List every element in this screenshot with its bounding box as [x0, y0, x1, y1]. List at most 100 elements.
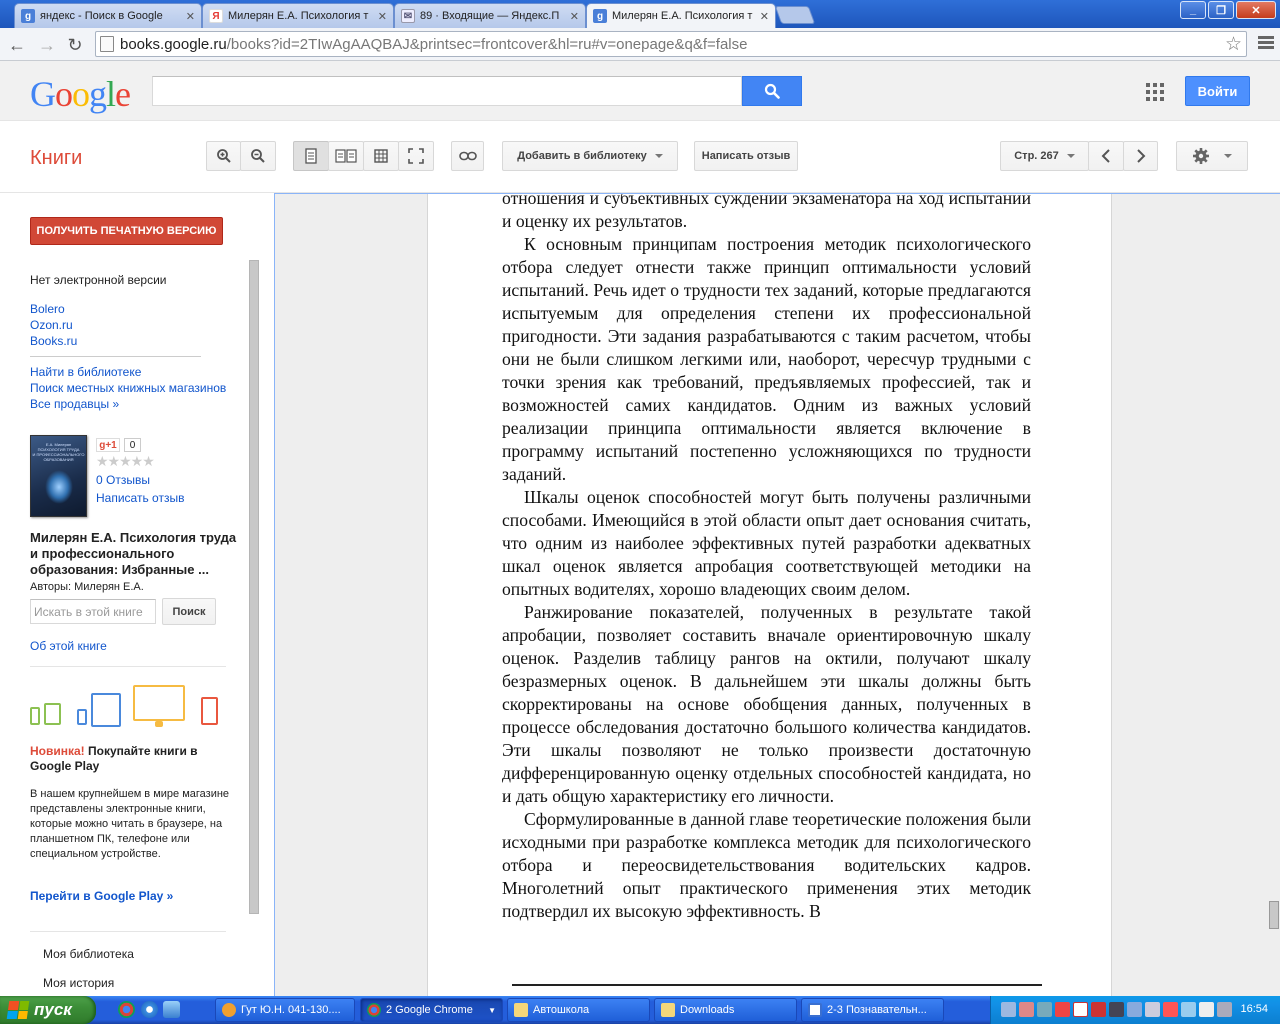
sidebar-scrollbar[interactable]: [249, 260, 259, 914]
task-button-chrome[interactable]: 2 Google Chrome ▼: [360, 998, 503, 1022]
books-toolbar: Книги Добавить в библиотеку Написать отз…: [0, 121, 1280, 193]
find-in-library-link[interactable]: Найти в библиотеке: [30, 365, 141, 379]
tab-label: яндекс - Поиск в Google: [40, 10, 163, 22]
page-paragraph: К основным принципам построения методик …: [502, 234, 1031, 484]
volume-icon[interactable]: [1199, 1002, 1214, 1017]
close-tab-icon[interactable]: ✕: [186, 10, 195, 23]
tray-icon[interactable]: [1163, 1002, 1178, 1017]
settings-button[interactable]: [1176, 141, 1248, 171]
folder-icon: [661, 1003, 675, 1017]
fullscreen-button[interactable]: [398, 141, 434, 171]
reviews-link[interactable]: 0 Отзывы: [96, 473, 150, 487]
write-review-button[interactable]: Написать отзыв: [694, 141, 798, 171]
book-search-input[interactable]: Искать в этой книге: [30, 599, 156, 624]
tray-icon[interactable]: [1055, 1002, 1070, 1017]
divider: [30, 931, 226, 932]
promo-new-label: Новинка!: [30, 744, 85, 758]
browser-tab-3[interactable]: ✉ 89 · Входящие — Яндекс.П ✕: [394, 3, 586, 28]
tray-icon[interactable]: [1181, 1002, 1196, 1017]
seller-link-ozon[interactable]: Ozon.ru: [30, 318, 73, 332]
tray-icon[interactable]: [1109, 1002, 1124, 1017]
seller-link-books[interactable]: Books.ru: [30, 334, 77, 348]
chevron-left-icon: [1101, 149, 1110, 163]
google-search-button[interactable]: [742, 76, 802, 106]
zoom-out-button[interactable]: [240, 141, 276, 171]
address-bar[interactable]: books.google.ru/books?id=2TIwAgAAQBAJ&pr…: [95, 31, 1247, 57]
desktop-quicklaunch-icon[interactable]: [163, 1001, 180, 1018]
all-sellers-link[interactable]: Все продавцы »: [30, 397, 119, 411]
chevron-down-icon: [1066, 154, 1075, 158]
task-button-word[interactable]: 2-3 Познавательн...: [801, 998, 944, 1022]
devices-illustration: [30, 685, 222, 730]
login-button[interactable]: Войти: [1185, 76, 1250, 106]
tray-icon[interactable]: [1019, 1002, 1034, 1017]
single-page-view-button[interactable]: [293, 141, 329, 171]
new-tab-button[interactable]: [774, 6, 816, 24]
forward-arrow-icon[interactable]: →: [36, 34, 58, 56]
task-button-folder-autoschool[interactable]: Автошкола: [507, 998, 650, 1022]
maximize-button[interactable]: ❐: [1208, 1, 1234, 19]
close-window-button[interactable]: ✕: [1236, 1, 1276, 19]
divider: [30, 666, 226, 667]
tray-icon[interactable]: [1127, 1002, 1142, 1017]
reload-icon[interactable]: ↻: [64, 34, 86, 56]
browser-tab-1[interactable]: g яндекс - Поиск в Google ✕: [14, 3, 202, 28]
book-authors: Авторы: Милерян Е.А.: [30, 581, 144, 593]
close-tab-icon[interactable]: ✕: [570, 10, 579, 23]
prev-page-button[interactable]: [1088, 141, 1124, 171]
book-viewer[interactable]: отношения и субъективных суждений экзаме…: [274, 193, 1280, 996]
chrome-menu-icon[interactable]: [1258, 36, 1274, 51]
write-review-link[interactable]: Написать отзыв: [96, 491, 184, 505]
task-button-1[interactable]: Гут Ю.Н. 041-130....: [215, 998, 355, 1022]
window-controls: _ ❐ ✕: [1180, 1, 1276, 19]
two-page-view-button[interactable]: [328, 141, 364, 171]
apps-grid-icon[interactable]: [1146, 83, 1164, 101]
link-button[interactable]: [451, 141, 484, 171]
tray-icon[interactable]: [1091, 1002, 1106, 1017]
bookmark-star-icon[interactable]: ☆: [1225, 33, 1242, 56]
book-cover-image[interactable]: Е.А. Милерян ПСИХОЛОГИЯ ТРУДА И ПРОФЕССИОН…: [30, 435, 87, 517]
chrome-quicklaunch-icon[interactable]: [118, 1001, 135, 1018]
logo-letter: o: [72, 74, 90, 114]
windows-taskbar: пуск Гут Ю.Н. 041-130.... 2 Google Chrom…: [0, 996, 1280, 1024]
zoom-in-button[interactable]: [206, 141, 241, 171]
about-book-link[interactable]: Об этой книге: [30, 639, 107, 653]
thumbnail-view-button[interactable]: [363, 141, 399, 171]
google-search-input[interactable]: [152, 76, 742, 106]
book-title: Милерян Е.А. Психология труда и професси…: [30, 530, 237, 577]
local-stores-link[interactable]: Поиск местных книжных магазинов: [30, 381, 226, 395]
browser-tab-4-active[interactable]: g Милерян Е.А. Психология т ✕: [586, 3, 776, 28]
book-page: отношения и субъективных суждений экзаме…: [427, 194, 1112, 996]
page-select-dropdown[interactable]: Стр. 267: [1000, 141, 1089, 171]
close-tab-icon[interactable]: ✕: [760, 10, 769, 23]
viewer-scrollbar-thumb[interactable]: [1269, 901, 1279, 929]
task-button-folder-downloads[interactable]: Downloads: [654, 998, 797, 1022]
my-history-link[interactable]: Моя история: [43, 976, 114, 990]
ie-quicklaunch-icon[interactable]: [141, 1001, 158, 1018]
minimize-button[interactable]: _: [1180, 1, 1206, 19]
close-tab-icon[interactable]: ✕: [378, 10, 387, 23]
windows-flag-icon: [6, 1001, 30, 1019]
google-play-link[interactable]: Перейти в Google Play »: [30, 889, 173, 903]
next-page-button[interactable]: [1123, 141, 1158, 171]
logo-letter: l: [106, 74, 116, 114]
gplus-button[interactable]: g+1: [96, 438, 120, 452]
book-search-button[interactable]: Поиск: [162, 598, 216, 625]
books-title[interactable]: Книги: [30, 147, 82, 170]
browser-tab-2[interactable]: Я Милерян Е.А. Психология т ✕: [202, 3, 394, 28]
tab-label: 89 · Входящие — Яндекс.П: [420, 10, 560, 22]
get-print-version-button[interactable]: ПОЛУЧИТЬ ПЕЧАТНУЮ ВЕРСИЮ: [30, 217, 223, 245]
tray-icon[interactable]: [1001, 1002, 1016, 1017]
google-logo[interactable]: Google: [30, 73, 131, 115]
left-sidebar: ПОЛУЧИТЬ ПЕЧАТНУЮ ВЕРСИЮ Нет электронной…: [0, 193, 274, 996]
start-button[interactable]: пуск: [0, 996, 96, 1024]
my-library-link[interactable]: Моя библиотека: [43, 947, 134, 961]
tray-icon[interactable]: [1145, 1002, 1160, 1017]
seller-link-bolero[interactable]: Bolero: [30, 302, 65, 316]
back-arrow-icon[interactable]: ←: [6, 34, 28, 56]
write-review-label: Написать отзыв: [701, 150, 791, 162]
network-icon[interactable]: [1217, 1002, 1232, 1017]
tray-icon[interactable]: [1073, 1002, 1088, 1017]
add-to-library-button[interactable]: Добавить в библиотеку: [502, 141, 678, 171]
tray-icon[interactable]: [1037, 1002, 1052, 1017]
